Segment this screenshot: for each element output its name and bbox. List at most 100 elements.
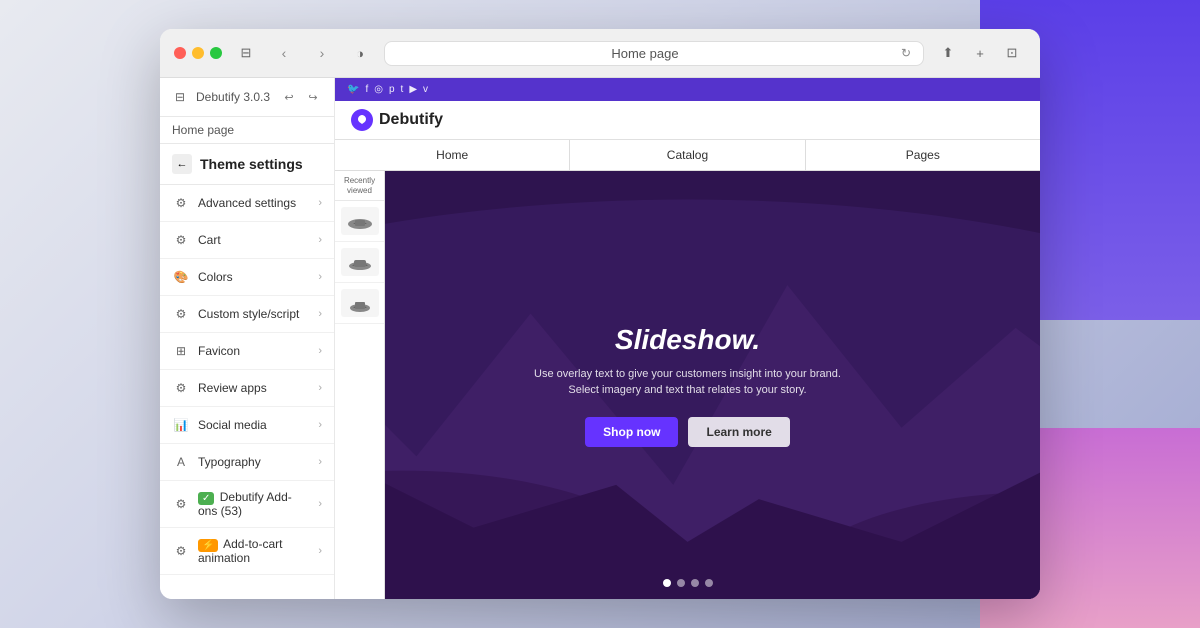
dot-1[interactable] <box>663 579 671 587</box>
menu-item-colors[interactable]: 🎨 Colors › <box>160 259 334 296</box>
back-button[interactable]: ‹ <box>270 39 298 67</box>
redo-button[interactable]: ↪ <box>302 86 324 108</box>
nav-item-pages[interactable]: Pages <box>806 140 1040 170</box>
arrow-icon: › <box>318 419 322 431</box>
menu-item-review-apps[interactable]: ⚙ Review apps › <box>160 370 334 407</box>
traffic-light-yellow[interactable] <box>192 47 204 59</box>
addons-icon: ⚙ <box>172 495 190 513</box>
favicon-icon: ⊞ <box>172 342 190 360</box>
sidebar-undo-redo: ↩ ↪ <box>278 86 324 108</box>
hero-title: Slideshow. <box>528 324 848 356</box>
undo-button[interactable]: ↩ <box>278 86 300 108</box>
menu-item-label: Review apps <box>198 381 310 395</box>
hero-buttons: Shop now Learn more <box>528 417 848 447</box>
share-icon[interactable]: ⬆ <box>934 39 962 67</box>
product-thumbnail <box>341 207 379 235</box>
arrow-icon: › <box>318 382 322 394</box>
theme-back-button[interactable]: ← <box>172 154 192 174</box>
browser-toolbar-right: ⬆ + ⊡ <box>934 39 1026 67</box>
recently-viewed-title: Recentlyviewed <box>335 171 384 201</box>
preview-area: 🐦 f ◎ p t ▶ v D <box>335 78 1040 599</box>
menu-item-cart[interactable]: ⚙ Cart › <box>160 222 334 259</box>
sidebar-toggle-icon[interactable]: ⊟ <box>232 39 260 67</box>
address-bar-text: Home page <box>397 46 893 61</box>
browser-window: ⊟ ‹ › ◑ Home page ↻ ⬆ + ⊡ ⊟ Debutify 3.0… <box>160 29 1040 599</box>
animation-icon: ⚙ <box>172 542 190 560</box>
page-label-row: Home page <box>160 117 334 144</box>
add-tab-icon[interactable]: + <box>966 39 994 67</box>
recently-viewed-item-3[interactable] <box>335 283 384 324</box>
menu-item-label: Social media <box>198 418 310 432</box>
logo-icon <box>351 109 373 131</box>
arrow-icon: › <box>318 345 322 357</box>
extensions-icon[interactable]: ⊡ <box>998 39 1026 67</box>
typography-icon: A <box>172 453 190 471</box>
menu-item-label: Favicon <box>198 344 310 358</box>
arrow-icon: › <box>318 456 322 468</box>
nav-item-home[interactable]: Home <box>335 140 570 170</box>
recently-viewed-item-2[interactable] <box>335 242 384 283</box>
menu-item-social-media[interactable]: 📊 Social media › <box>160 407 334 444</box>
sidebar: ⊟ Debutify 3.0.3 ↩ ↪ Home page ← Theme s… <box>160 78 335 599</box>
browser-content: ⊟ Debutify 3.0.3 ↩ ↪ Home page ← Theme s… <box>160 78 1040 599</box>
menu-item-label: Custom style/script <box>198 307 310 321</box>
store-logo: Debutify <box>351 109 443 131</box>
menu-item-custom-style[interactable]: ⚙ Custom style/script › <box>160 296 334 333</box>
traffic-light-red[interactable] <box>174 47 186 59</box>
dot-3[interactable] <box>691 579 699 587</box>
menu-item-label: Typography <box>198 455 310 469</box>
traffic-light-green[interactable] <box>210 47 222 59</box>
forward-button[interactable]: › <box>308 39 336 67</box>
menu-item-typography[interactable]: A Typography › <box>160 444 334 481</box>
recently-viewed-item-1[interactable] <box>335 201 384 242</box>
product-thumbnail <box>341 248 379 276</box>
traffic-lights <box>174 47 222 59</box>
store-hero: Recentlyviewed <box>335 171 1040 599</box>
vimeo-icon: v <box>423 84 428 95</box>
facebook-icon: f <box>365 84 368 95</box>
logo-text: Debutify <box>379 111 443 129</box>
browser-chrome: ⊟ ‹ › ◑ Home page ↻ ⬆ + ⊡ <box>160 29 1040 78</box>
refresh-icon[interactable]: ↻ <box>901 46 911 60</box>
theme-settings-header: ← Theme settings <box>160 144 334 185</box>
menu-item-debutify-addons[interactable]: ⚙ ✓ Debutify Add-ons (53) › <box>160 481 334 528</box>
gear-icon: ⚙ <box>172 194 190 212</box>
arrow-icon: › <box>318 197 322 209</box>
arrow-icon: › <box>318 271 322 283</box>
address-bar[interactable]: Home page ↻ <box>384 41 924 66</box>
arrow-icon: › <box>318 498 322 510</box>
review-icon: ⚙ <box>172 379 190 397</box>
menu-item-favicon[interactable]: ⊞ Favicon › <box>160 333 334 370</box>
product-thumbnail <box>341 289 379 317</box>
sidebar-app-name: Debutify 3.0.3 <box>196 90 272 104</box>
tumblr-icon: t <box>401 84 404 95</box>
store-nav: Home Catalog Pages <box>335 140 1040 171</box>
sidebar-back-button[interactable]: ⊟ <box>170 87 190 107</box>
learn-more-button[interactable]: Learn more <box>688 417 789 447</box>
store-social-bar: 🐦 f ◎ p t ▶ v <box>335 78 1040 101</box>
twitter-icon: 🐦 <box>347 84 359 95</box>
menu-item-addtocart-animation[interactable]: ⚙ ⚡ Add-to-cart animation › <box>160 528 334 575</box>
dot-4[interactable] <box>705 579 713 587</box>
menu-item-advanced-settings[interactable]: ⚙ Advanced settings › <box>160 185 334 222</box>
arrow-icon: › <box>318 234 322 246</box>
instagram-icon: ◎ <box>374 84 383 95</box>
sidebar-topbar: ⊟ Debutify 3.0.3 ↩ ↪ <box>160 78 334 117</box>
page-label: Home page <box>172 123 234 137</box>
nav-item-catalog[interactable]: Catalog <box>570 140 805 170</box>
sidebar-menu: ⚙ Advanced settings › ⚙ Cart › 🎨 Colors … <box>160 185 334 599</box>
hero-subtitle: Use overlay text to give your customers … <box>528 366 848 399</box>
store-header: Debutify <box>335 101 1040 140</box>
menu-item-label: ⚡ Add-to-cart animation <box>198 537 310 565</box>
section-title: Theme settings <box>200 156 303 172</box>
brightness-icon: ◑ <box>346 39 374 67</box>
pinterest-icon: p <box>389 84 395 95</box>
store-preview: 🐦 f ◎ p t ▶ v D <box>335 78 1040 599</box>
arrow-icon: › <box>318 545 322 557</box>
youtube-icon: ▶ <box>409 84 417 95</box>
dot-2[interactable] <box>677 579 685 587</box>
recently-viewed-panel: Recentlyviewed <box>335 171 385 599</box>
shop-now-button[interactable]: Shop now <box>585 417 678 447</box>
code-icon: ⚙ <box>172 305 190 323</box>
menu-item-label: ✓ Debutify Add-ons (53) <box>198 490 310 518</box>
